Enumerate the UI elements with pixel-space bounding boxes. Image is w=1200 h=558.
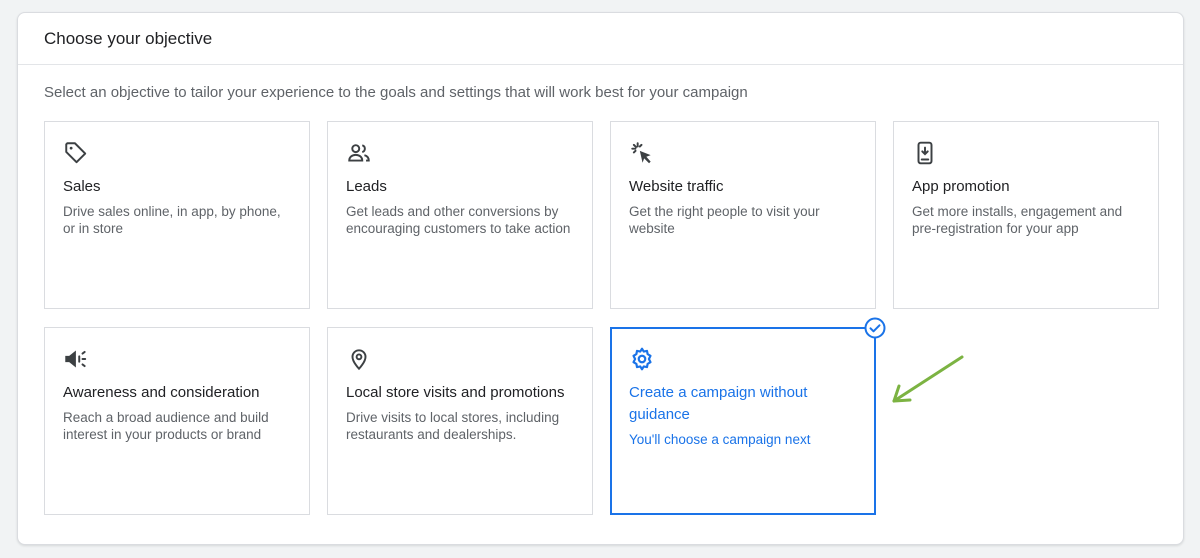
card-description: Drive sales online, in app, by phone, or…	[63, 204, 281, 236]
cursor-click-icon	[629, 140, 655, 166]
objective-card-local-store[interactable]: Local store visits and promotions Drive …	[327, 327, 593, 515]
objective-panel: Choose your objective Select an objectiv…	[17, 12, 1184, 545]
phone-download-icon	[912, 140, 938, 166]
card-description: You'll choose a campaign next	[629, 432, 811, 447]
panel-intro: Select an objective to tailor your exper…	[44, 84, 748, 101]
gear-icon	[629, 346, 655, 372]
card-description: Get leads and other conversions by encou…	[346, 204, 571, 236]
selected-check-icon	[864, 317, 886, 339]
card-description: Drive visits to local stores, including …	[346, 410, 560, 442]
annotation-arrow-icon	[892, 355, 964, 403]
card-title: App promotion	[912, 178, 1010, 195]
people-icon	[346, 140, 372, 166]
card-title: Awareness and consideration	[63, 384, 260, 401]
card-description: Get more installs, engagement and pre-re…	[912, 204, 1123, 236]
card-description: Get the right people to visit your websi…	[629, 204, 820, 236]
objective-card-sales[interactable]: Sales Drive sales online, in app, by pho…	[44, 121, 310, 309]
objective-card-no-guidance[interactable]: Create a campaign without guidance You'l…	[610, 317, 886, 515]
objective-card-website-traffic[interactable]: Website traffic Get the right people to …	[610, 121, 876, 309]
objective-card-awareness[interactable]: Awareness and consideration Reach a broa…	[44, 327, 310, 515]
panel-title: Choose your objective	[44, 28, 213, 48]
tag-icon	[63, 140, 89, 166]
card-title: Website traffic	[629, 178, 724, 195]
card-title: Leads	[346, 178, 387, 195]
objective-card-leads[interactable]: Leads Get leads and other conversions by…	[327, 121, 593, 309]
megaphone-icon	[63, 346, 89, 372]
panel-header: Choose your objective	[18, 13, 1183, 65]
location-pin-icon	[346, 346, 372, 372]
card-title: Sales	[63, 178, 101, 195]
card-title: Local store visits and promotions	[346, 384, 565, 401]
card-title: Create a campaign without guidance	[629, 384, 808, 423]
objective-card-app-promotion[interactable]: App promotion Get more installs, engagem…	[893, 121, 1159, 309]
card-description: Reach a broad audience and build interes…	[63, 410, 269, 442]
